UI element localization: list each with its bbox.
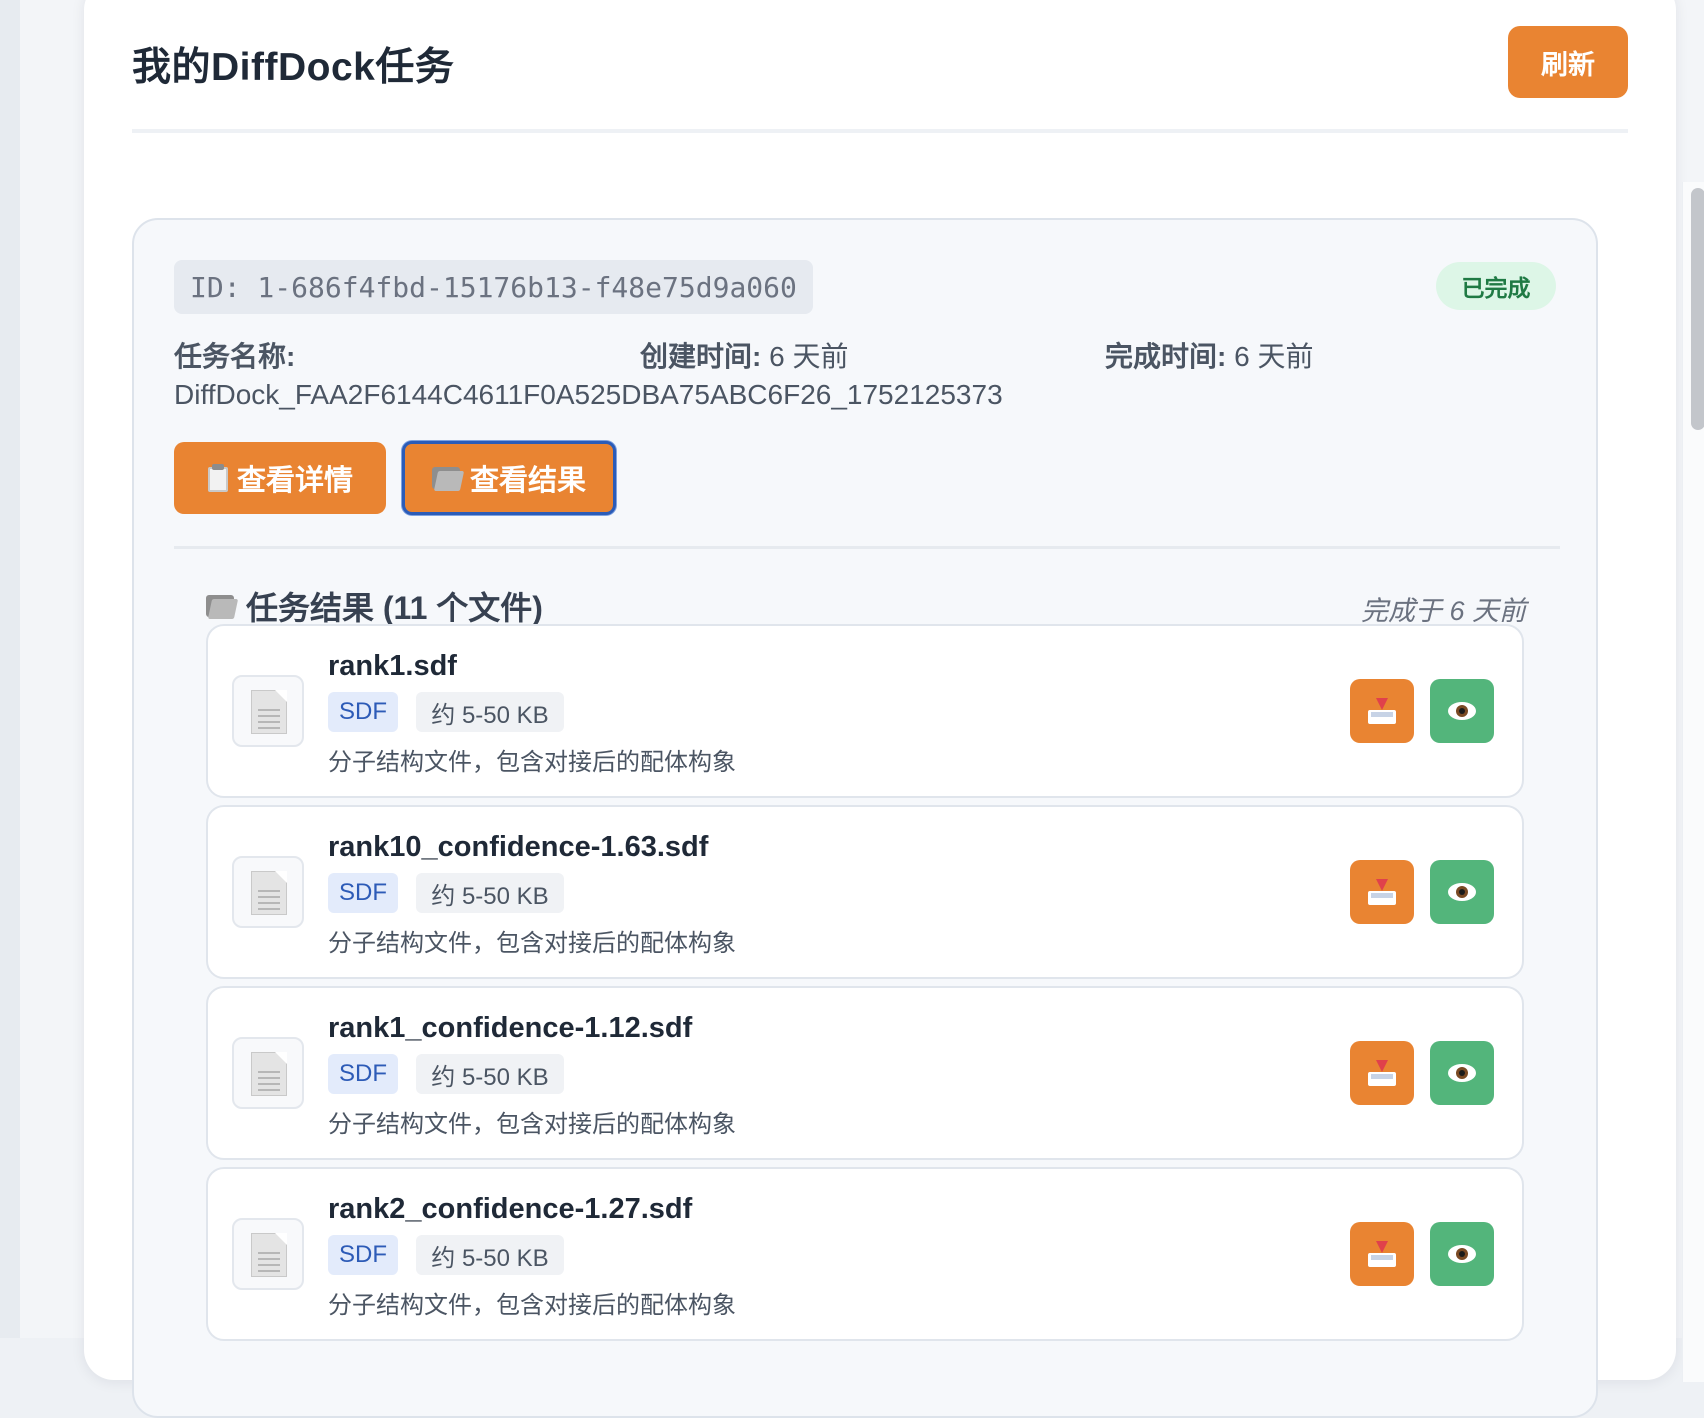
- document-icon: [232, 856, 304, 928]
- created-label: 创建时间:: [640, 341, 762, 372]
- preview-button[interactable]: [1430, 860, 1494, 924]
- file-name: rank2_confidence-1.27.sdf: [328, 1193, 693, 1225]
- document-icon: [232, 1218, 304, 1290]
- folder-icon: [206, 593, 239, 619]
- inbox-tray-icon: [1366, 1060, 1398, 1086]
- file-description: 分子结构文件，包含对接后的配体构象: [328, 1292, 736, 1319]
- download-button[interactable]: [1350, 860, 1414, 924]
- inbox-tray-icon: [1366, 698, 1398, 724]
- preview-button[interactable]: [1430, 1041, 1494, 1105]
- download-button[interactable]: [1350, 679, 1414, 743]
- download-button[interactable]: [1350, 1041, 1414, 1105]
- file-name: rank1_confidence-1.12.sdf: [328, 1012, 693, 1044]
- file-item: rank10_confidence-1.63.sdf SDF 约 5-50 KB…: [206, 805, 1524, 979]
- eye-icon: [1448, 702, 1476, 720]
- file-type-badge: SDF: [328, 873, 398, 913]
- task-name-label: 任务名称:: [174, 341, 296, 372]
- file-type-badge: SDF: [328, 1235, 398, 1275]
- file-size-badge: 约 5-50 KB: [416, 692, 564, 732]
- results-heading: 任务结果 (11 个文件): [206, 583, 543, 629]
- scrollbar[interactable]: [1682, 182, 1704, 1382]
- document-icon: [232, 1037, 304, 1109]
- view-details-button[interactable]: 查看详情: [174, 442, 386, 514]
- task-name: 任务名称: DiffDock_FAA2F6144C4611F0A525DBA75…: [174, 338, 1003, 414]
- file-description: 分子结构文件，包含对接后的配体构象: [328, 930, 736, 957]
- refresh-button[interactable]: 刷新: [1508, 26, 1628, 98]
- file-description: 分子结构文件，包含对接后的配体构象: [328, 1111, 736, 1138]
- completed-value: 6 天前: [1234, 341, 1314, 372]
- file-item: rank2_confidence-1.27.sdf SDF 约 5-50 KB …: [206, 1167, 1524, 1341]
- preview-button[interactable]: [1430, 679, 1494, 743]
- file-size-badge: 约 5-50 KB: [416, 873, 564, 913]
- task-card: ID: 1-686f4fbd-15176b13-f48e75d9a060 已完成…: [132, 218, 1598, 1418]
- scrollbar-thumb[interactable]: [1691, 188, 1704, 430]
- clipboard-icon: [207, 464, 229, 492]
- file-size-badge: 约 5-50 KB: [416, 1054, 564, 1094]
- eye-icon: [1448, 1064, 1476, 1082]
- created-value: 6 天前: [769, 341, 849, 372]
- view-details-label: 查看详情: [236, 465, 353, 497]
- results-title: 任务结果 (11 个文件): [246, 590, 543, 626]
- status-badge: 已完成: [1436, 262, 1556, 310]
- file-type-badge: SDF: [328, 1054, 398, 1094]
- inbox-tray-icon: [1366, 879, 1398, 905]
- document-icon: [232, 675, 304, 747]
- file-description: 分子结构文件，包含对接后的配体构象: [328, 749, 736, 776]
- view-results-label: 查看结果: [469, 465, 586, 497]
- eye-icon: [1448, 883, 1476, 901]
- task-name-value: DiffDock_FAA2F6144C4611F0A525DBA75ABC6F2…: [174, 379, 1003, 410]
- download-button[interactable]: [1350, 1222, 1414, 1286]
- file-item: rank1_confidence-1.12.sdf SDF 约 5-50 KB …: [206, 986, 1524, 1160]
- task-id: ID: 1-686f4fbd-15176b13-f48e75d9a060: [174, 260, 813, 314]
- completed-label: 完成时间:: [1105, 341, 1227, 372]
- task-created: 创建时间: 6 天前: [640, 338, 848, 376]
- inbox-tray-icon: [1366, 1241, 1398, 1267]
- page-title: 我的DiffDock任务: [132, 46, 455, 89]
- file-name: rank1.sdf: [328, 650, 457, 682]
- file-size-badge: 约 5-50 KB: [416, 1235, 564, 1275]
- view-results-button[interactable]: 查看结果: [402, 441, 616, 515]
- section-divider: [174, 546, 1560, 549]
- results-completed-time: 完成于 6 天前: [1360, 596, 1526, 626]
- task-completed: 完成时间: 6 天前: [1105, 338, 1313, 376]
- preview-button[interactable]: [1430, 1222, 1494, 1286]
- window-edge: [0, 0, 20, 1338]
- eye-icon: [1448, 1245, 1476, 1263]
- file-type-badge: SDF: [328, 692, 398, 732]
- panel-header: 我的DiffDock任务 刷新: [132, 0, 1628, 133]
- folder-icon: [431, 465, 465, 491]
- file-item: rank1.sdf SDF 约 5-50 KB 分子结构文件，包含对接后的配体构…: [206, 624, 1524, 798]
- file-name: rank10_confidence-1.63.sdf: [328, 831, 709, 863]
